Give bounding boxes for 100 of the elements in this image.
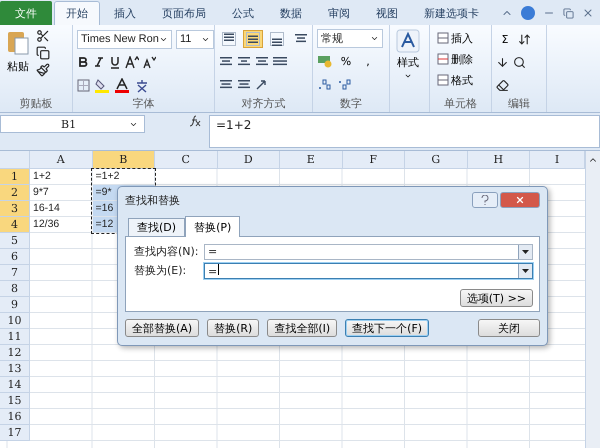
- row-header[interactable]: 7: [0, 265, 30, 281]
- cells-button[interactable]: 插入: [434, 29, 476, 47]
- dialog-tab[interactable]: 查找(D): [128, 218, 186, 236]
- copy-icon[interactable]: [36, 46, 50, 60]
- column-header[interactable]: D: [218, 151, 280, 169]
- dropdown-arrow-icon: [522, 268, 529, 272]
- font-color-icon[interactable]: [114, 78, 130, 92]
- question-mark-icon: [481, 195, 489, 205]
- underline-icon[interactable]: [109, 56, 121, 68]
- sort-filter-icon[interactable]: [518, 32, 531, 46]
- field-label: 查找内容(N):: [134, 244, 200, 259]
- formula-input[interactable]: =1+2: [209, 115, 600, 148]
- column-header[interactable]: I: [530, 151, 585, 169]
- dropdown-button[interactable]: [518, 244, 532, 258]
- fill-color-icon[interactable]: [94, 78, 110, 92]
- row-header[interactable]: 13: [0, 361, 30, 377]
- format-painter-icon[interactable]: [36, 63, 50, 77]
- dialog-button[interactable]: 查找下一个(F): [345, 319, 430, 337]
- fill-down-icon[interactable]: [496, 56, 509, 68]
- number-format-dropdown[interactable]: 常规: [317, 29, 383, 48]
- dialog-button[interactable]: 全部替换(A): [125, 319, 200, 337]
- styles-button[interactable]: 样式: [394, 29, 422, 112]
- column-header[interactable]: H: [468, 151, 530, 169]
- dropdown-button[interactable]: [518, 264, 532, 278]
- row-header[interactable]: 2: [0, 185, 30, 201]
- phonetic-icon[interactable]: [134, 78, 150, 92]
- dialog-tab[interactable]: 替换(P): [185, 216, 240, 237]
- decrease-decimal-icon[interactable]: [337, 78, 353, 90]
- ribbon-tab[interactable]: 新建选项卡: [412, 1, 491, 25]
- ribbon-tab[interactable]: 插入: [102, 1, 148, 25]
- text-caret: [218, 264, 220, 274]
- cut-icon[interactable]: [36, 29, 50, 43]
- row-header[interactable]: 4: [0, 217, 30, 233]
- ribbon-tab[interactable]: 数据: [268, 1, 314, 25]
- paste-button[interactable]: 粘贴: [4, 29, 32, 96]
- dialog-button[interactable]: 替换(R): [207, 319, 260, 337]
- input-field[interactable]: =: [204, 244, 533, 260]
- vertical-align-button[interactable]: [219, 30, 239, 48]
- restore-icon[interactable]: [563, 8, 574, 18]
- clipboard-icon: [6, 29, 30, 57]
- align-icon: [270, 32, 284, 46]
- row-header[interactable]: 3: [0, 201, 30, 217]
- row-header[interactable]: 5: [0, 233, 30, 249]
- wrap-text-icon: [294, 33, 308, 45]
- number-style-button[interactable]: ,: [359, 52, 377, 70]
- column-header[interactable]: B: [92, 151, 155, 169]
- ribbon-tab[interactable]: 公式: [220, 1, 266, 25]
- shrink-font-icon[interactable]: [143, 56, 156, 68]
- fx-icon[interactable]: [189, 115, 201, 127]
- vertical-align-button[interactable]: [243, 30, 263, 48]
- help-button[interactable]: [472, 192, 498, 208]
- cells-icon: [437, 32, 451, 44]
- ribbon-tab[interactable]: 开始: [54, 1, 100, 25]
- close-button[interactable]: [500, 192, 540, 208]
- options-button[interactable]: 选项(T) >>: [460, 289, 533, 307]
- table-cell-text: 16-14: [32, 201, 61, 216]
- bold-icon[interactable]: [77, 56, 89, 68]
- vertical-scrollbar[interactable]: [585, 151, 600, 448]
- dialog-button[interactable]: 查找全部(I): [267, 319, 338, 337]
- row-header[interactable]: 16: [0, 409, 30, 425]
- currency-icon[interactable]: [317, 54, 333, 68]
- italic-icon[interactable]: [93, 56, 105, 68]
- increase-decimal-icon[interactable]: [317, 78, 333, 90]
- row-header[interactable]: 10: [0, 313, 30, 329]
- close-icon[interactable]: [582, 7, 594, 19]
- autosum-button[interactable]: Σ: [496, 30, 514, 48]
- grow-font-icon[interactable]: [125, 56, 139, 68]
- eraser-icon[interactable]: [496, 78, 509, 92]
- column-header[interactable]: A: [30, 151, 92, 169]
- column-header[interactable]: C: [155, 151, 218, 169]
- ribbon-tab[interactable]: 文件: [0, 1, 52, 25]
- row-header[interactable]: 9: [0, 297, 30, 313]
- row-header[interactable]: 1: [0, 169, 30, 185]
- row-header[interactable]: 8: [0, 281, 30, 297]
- row-header[interactable]: 6: [0, 249, 30, 265]
- dialog-button[interactable]: 关闭: [478, 319, 540, 337]
- borders-icon[interactable]: [77, 78, 90, 92]
- row-header[interactable]: 17: [0, 425, 30, 441]
- ribbon-tab[interactable]: 页面布局: [150, 1, 218, 25]
- row-header[interactable]: 15: [0, 393, 30, 409]
- row-header[interactable]: 11: [0, 329, 30, 345]
- column-header[interactable]: G: [405, 151, 468, 169]
- column-header[interactable]: E: [280, 151, 342, 169]
- font-size-dropdown[interactable]: 11: [176, 30, 214, 48]
- find-icon[interactable]: [513, 56, 526, 68]
- table-cell-text: =1+2: [94, 169, 120, 184]
- row-header[interactable]: 12: [0, 345, 30, 361]
- number-style-button[interactable]: %: [337, 52, 355, 70]
- font-name-dropdown[interactable]: Times New Ron: [77, 30, 172, 48]
- cells-button[interactable]: 删除: [434, 50, 476, 68]
- align-right-icon: [255, 56, 269, 68]
- column-header[interactable]: F: [342, 151, 405, 169]
- name-box[interactable]: B1: [0, 115, 145, 133]
- group-label: 数字: [340, 96, 362, 112]
- ribbon-tab[interactable]: 视图: [364, 1, 410, 25]
- row-header[interactable]: 14: [0, 377, 30, 393]
- vertical-align-button[interactable]: [267, 30, 287, 48]
- input-field[interactable]: =: [204, 262, 533, 278]
- cells-button[interactable]: 格式: [434, 71, 476, 89]
- ribbon-tab[interactable]: 审阅: [316, 1, 362, 25]
